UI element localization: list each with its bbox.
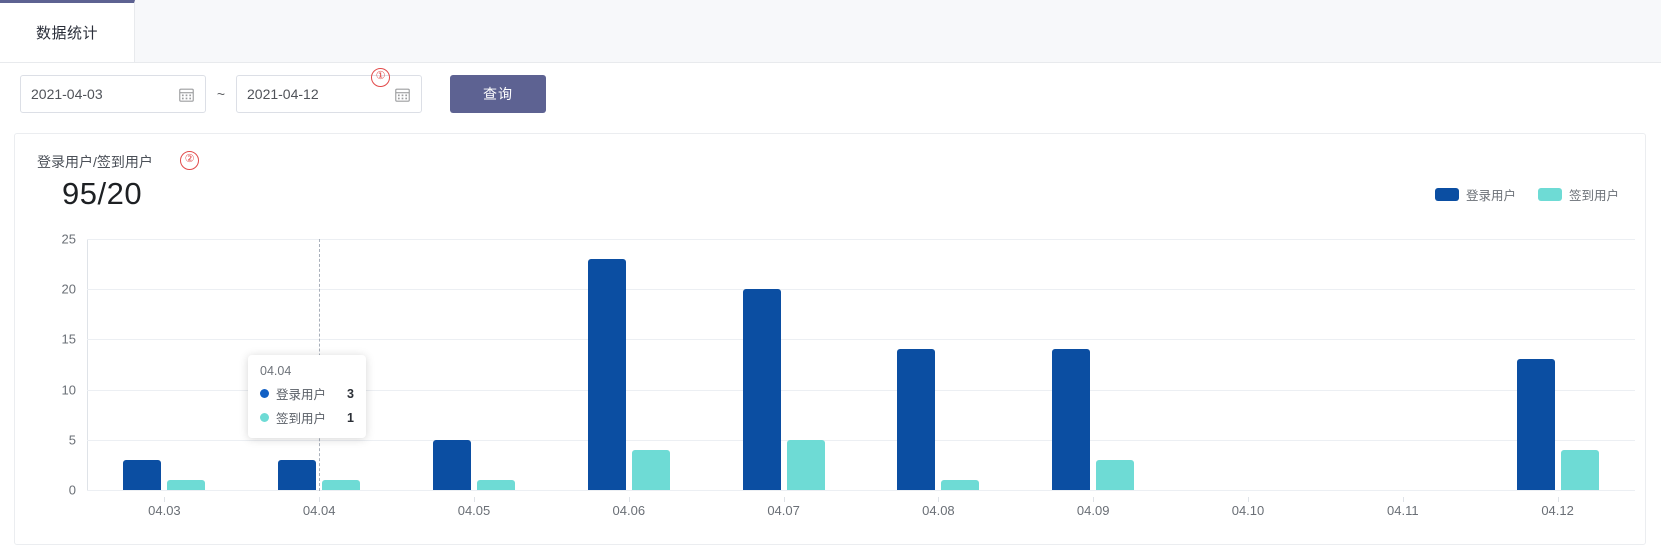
chart-bar[interactable] <box>897 349 936 490</box>
tooltip-row: 签到用户 1 <box>260 408 354 427</box>
legend-item-checkin-users[interactable]: 签到用户 <box>1537 185 1619 204</box>
chart-bar[interactable] <box>278 459 317 490</box>
x-axis-tick-mark <box>938 497 940 502</box>
x-axis-tick-label: 04.08 <box>922 503 955 518</box>
calendar-icon <box>395 88 410 102</box>
legend-label: 签到用户 <box>1568 189 1619 203</box>
tooltip-title: 04.04 <box>260 364 292 378</box>
chart-bar[interactable] <box>587 259 626 490</box>
chart-bar[interactable] <box>786 439 825 490</box>
legend-item-login-users[interactable]: 登录用户 <box>1434 185 1516 204</box>
y-axis-tick-label: 0 <box>68 482 76 498</box>
query-button[interactable]: 查询 <box>450 75 546 113</box>
x-axis-tick-label: 04.11 <box>1387 503 1419 518</box>
card-title: 登录用户/签到用户 <box>37 154 153 170</box>
x-axis-tick-labels: 04.03 04.04 04.05 04.06 04.07 04.08 04.09 04.10… <box>87 497 1635 523</box>
x-axis-tick-mark <box>1557 497 1559 502</box>
chart-bar[interactable] <box>941 479 980 490</box>
start-date-value: 2021-04-03 <box>31 86 103 102</box>
y-axis-tick-label: 20 <box>61 281 76 297</box>
chart-bar[interactable] <box>167 479 206 490</box>
tooltip-series-name: 登录用户 <box>276 388 327 402</box>
x-axis-tick-mark <box>1402 497 1404 502</box>
y-axis-tick-label: 25 <box>61 231 76 247</box>
x-axis-tick-mark <box>319 497 321 502</box>
chart-legend: 登录用户 签到用户 <box>1434 185 1619 204</box>
legend-swatch-icon <box>1537 188 1562 201</box>
chart-bar[interactable] <box>123 459 162 490</box>
x-axis-tick-mark <box>164 497 166 502</box>
x-axis-tick-label: 04.09 <box>1076 503 1110 518</box>
x-axis-tick-label: 04.04 <box>302 503 336 518</box>
chart-bar[interactable] <box>1052 349 1091 490</box>
x-axis-tick-mark <box>783 497 785 502</box>
x-axis-tick-label: 04.05 <box>457 503 491 518</box>
tooltip-series-dot-icon <box>260 413 269 422</box>
tooltip-row: 登录用户 3 <box>260 384 354 403</box>
annotation-marker-1: ① <box>371 68 390 87</box>
chart-bar[interactable] <box>322 479 361 490</box>
y-axis-tick-label: 5 <box>68 432 76 448</box>
x-axis-tick-label: 04.12 <box>1541 503 1574 518</box>
chart-bar[interactable] <box>477 479 515 490</box>
x-axis-tick-label: 04.07 <box>767 503 800 518</box>
calendar-icon <box>179 88 194 102</box>
chart-bar[interactable] <box>742 289 781 490</box>
x-axis-tick-mark <box>628 497 630 502</box>
end-date-input[interactable]: 2021-04-12 <box>236 75 422 113</box>
filter-bar: 2021-04-03 ~ 2021-04-12 查询 <box>0 63 1661 125</box>
x-axis-tick-mark <box>1093 497 1095 502</box>
legend-swatch-icon <box>1434 188 1459 201</box>
x-axis-tick-mark <box>1248 497 1249 502</box>
annotation-marker-2: ② <box>180 151 199 170</box>
tooltip-series-dot-icon <box>260 389 269 398</box>
tooltip-series-value: 1 <box>347 410 354 425</box>
chart-bar[interactable] <box>1560 449 1599 490</box>
date-range-separator: ~ <box>216 86 226 102</box>
tab-label: 数据统计 <box>35 25 98 42</box>
tab-data-statistics[interactable]: 数据统计 <box>0 0 135 62</box>
tab-bar: 数据统计 <box>0 0 1661 63</box>
chart-tooltip: 04.04 登录用户 3 签到用户 1 <box>248 355 366 438</box>
chart-bar[interactable] <box>631 449 670 490</box>
x-axis-tick-mark <box>474 497 475 502</box>
x-axis-tick-label: 04.03 <box>148 503 181 518</box>
tooltip-series-value: 3 <box>347 386 354 401</box>
card-header: 登录用户/签到用户 95/20 <box>15 134 1645 212</box>
legend-label: 登录用户 <box>1465 189 1516 203</box>
end-date-value: 2021-04-12 <box>247 86 319 102</box>
x-axis-tick-label: 04.10 <box>1231 503 1265 518</box>
start-date-input[interactable]: 2021-04-03 <box>20 75 206 113</box>
y-axis-tick-label: 10 <box>61 382 76 398</box>
x-axis-tick-label: 04.06 <box>612 503 646 518</box>
y-axis-line <box>87 239 88 491</box>
tab-bar-filler <box>135 0 1661 62</box>
y-axis-tick-label: 15 <box>61 331 76 347</box>
statistics-card: 登录用户/签到用户 95/20 登录用户 签到用户 0 5 10 15 20 25 04.… <box>14 133 1646 545</box>
chart-bar[interactable] <box>433 439 471 490</box>
tooltip-series-name: 签到用户 <box>276 412 327 426</box>
chart-bar[interactable] <box>1516 359 1555 490</box>
chart-bar[interactable] <box>1096 459 1135 490</box>
card-metric-value: 95/20 <box>62 176 143 211</box>
